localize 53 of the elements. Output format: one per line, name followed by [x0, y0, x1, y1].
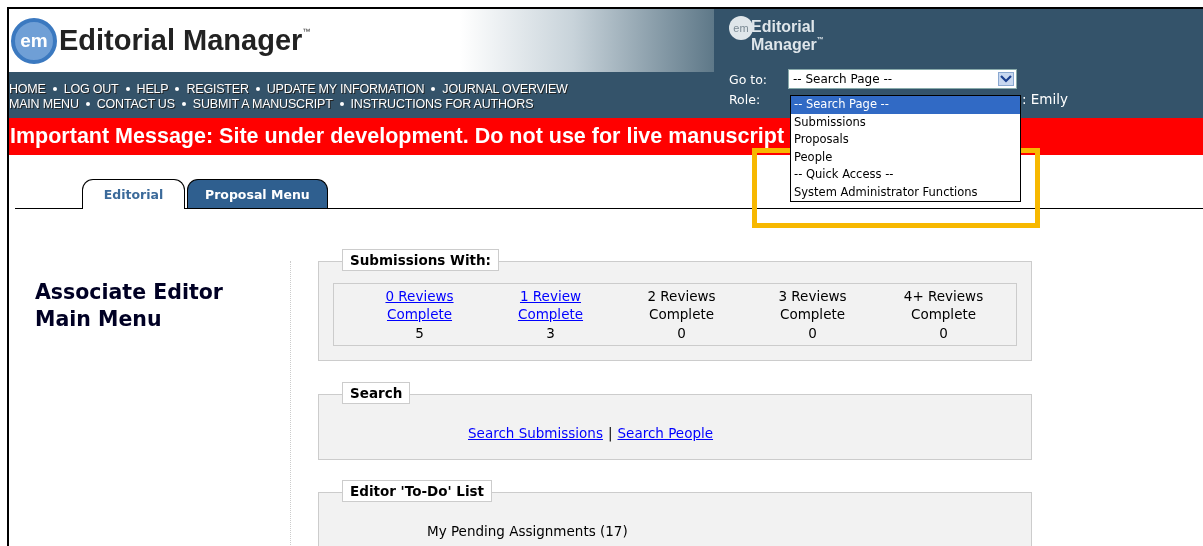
bullet-icon [339, 101, 344, 106]
review-link[interactable]: 1 Review Complete [498, 288, 603, 323]
column-label: 3 Reviews Complete [777, 288, 848, 323]
bullet-icon [255, 86, 260, 91]
separator: | [607, 425, 613, 441]
bullet-icon [52, 86, 57, 91]
count-value: 5 [415, 324, 424, 343]
count-value: 0 [677, 324, 686, 343]
nav-link[interactable]: CONTACT US [96, 96, 175, 111]
panel-title: Editor 'To-Do' List [342, 480, 493, 502]
dropdown-option[interactable]: -- Quick Access -- [791, 166, 1020, 184]
review-link[interactable]: 0 Reviews Complete [367, 288, 472, 323]
user-name: : Emily [1022, 91, 1068, 107]
dropdown-option[interactable]: -- Search Page -- [791, 96, 1020, 114]
panel-title: Submissions With: [342, 249, 499, 271]
field-label: Role: [729, 91, 762, 107]
nav-link[interactable]: UPDATE MY INFORMATION [266, 81, 425, 96]
nav-link[interactable]: REGISTER [186, 81, 249, 96]
column-label: 2 Reviews Complete [646, 288, 717, 323]
bullet-icon [181, 101, 186, 106]
nav-link[interactable]: LOG OUT [63, 81, 119, 96]
logo-mark: em [11, 17, 57, 64]
bullet-icon [85, 101, 90, 106]
nav-link[interactable]: SUBMIT A MANUSCRIPT [192, 96, 333, 111]
nav-link[interactable]: HOME [9, 81, 46, 96]
nav-link[interactable]: INSTRUCTIONS FOR AUTHORS [350, 96, 534, 111]
goto-dropdown[interactable]: -- Search Page -- [788, 69, 1017, 89]
logo-text: Manager [751, 36, 817, 53]
trademark: ™ [302, 27, 311, 36]
page-title: Associate Editor Main Menu [35, 279, 224, 333]
search-link[interactable]: Search People [617, 425, 714, 441]
column-label: 4+ Reviews Complete [902, 288, 985, 323]
tab[interactable]: Proposal Menu [187, 179, 328, 208]
tab[interactable]: Editorial [82, 179, 185, 209]
nav-link[interactable]: JOURNAL OVERVIEW [442, 81, 568, 96]
search-link[interactable]: Search Submissions [468, 425, 603, 441]
nav-link[interactable]: MAIN MENU [9, 96, 79, 111]
count-value: 0 [939, 324, 948, 343]
todo-item: My Pending Assignments (17) [426, 523, 629, 539]
bullet-icon [175, 86, 180, 91]
bullet-icon [431, 86, 436, 91]
count-value: 0 [808, 324, 817, 343]
logo-text: Editorial Manager [59, 24, 303, 57]
field-label: Go to: [729, 71, 769, 87]
count-value: 3 [546, 324, 555, 343]
logo-text: Editorial [751, 18, 816, 36]
caret-icon [998, 72, 1014, 86]
bullet-icon [125, 86, 130, 91]
panel-title: Search [342, 382, 411, 404]
dropdown-option[interactable]: Proposals [791, 131, 1020, 149]
nav-link[interactable]: HELP [136, 81, 169, 96]
dropdown-option[interactable]: System Administrator Functions [791, 183, 1020, 201]
logo-mark: em [729, 16, 753, 40]
